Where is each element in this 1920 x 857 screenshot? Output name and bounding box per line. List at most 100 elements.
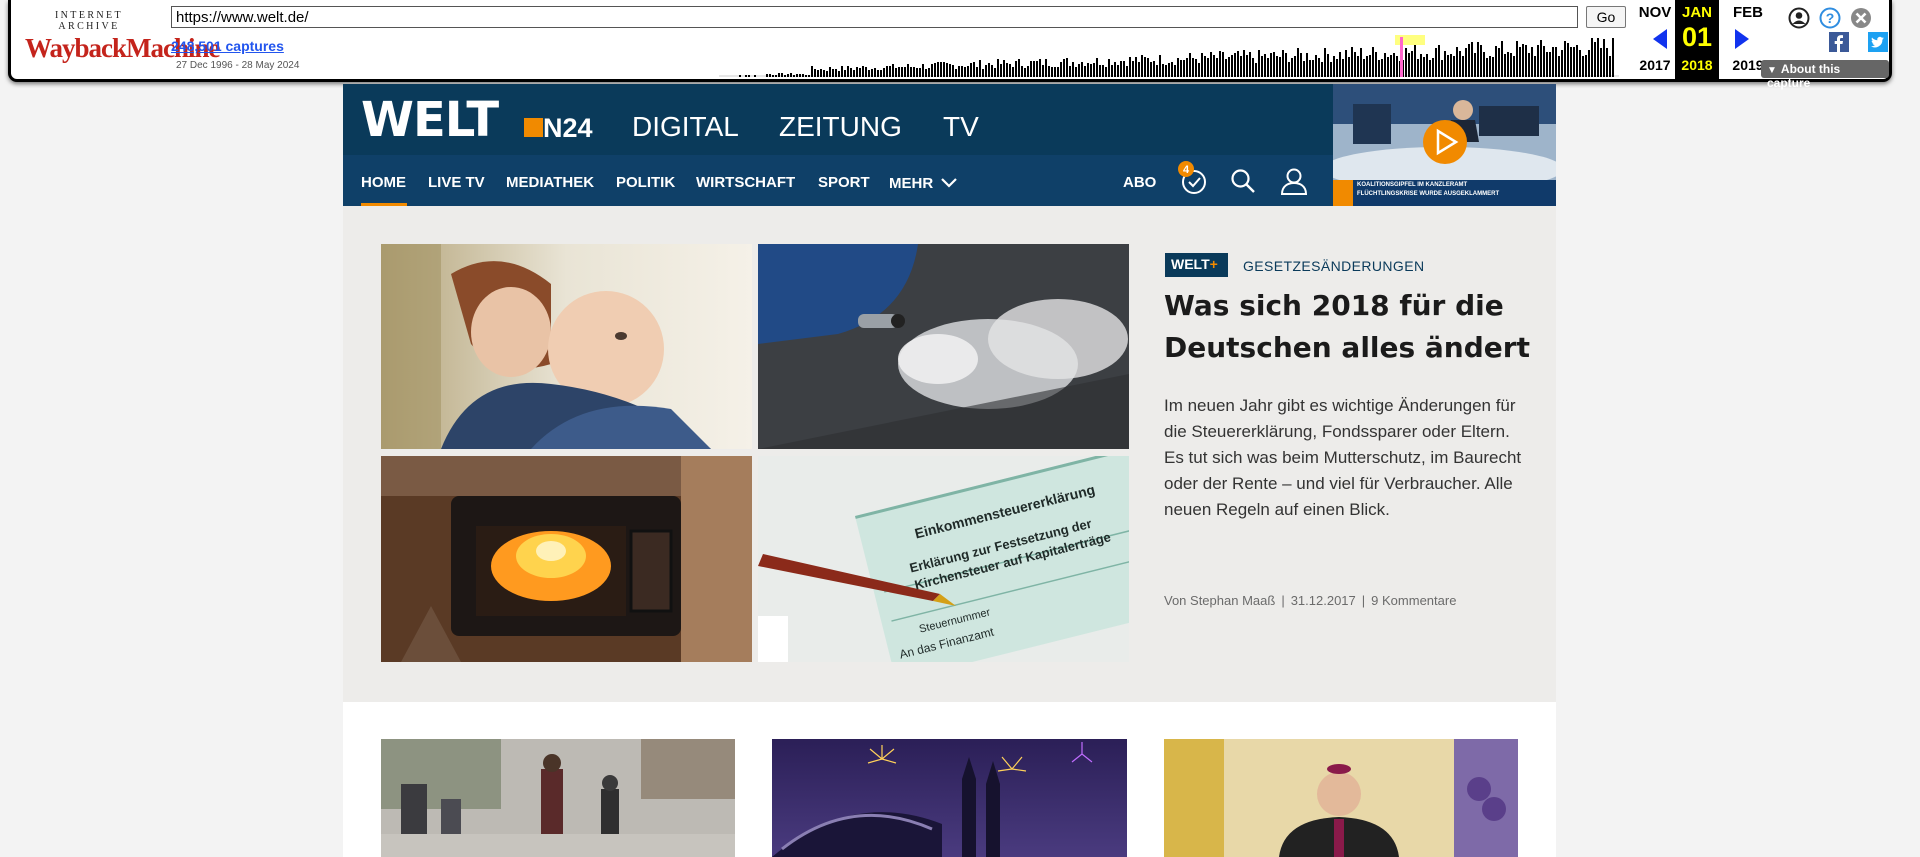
sparkline-bar bbox=[988, 63, 990, 77]
next-month[interactable]: FEB bbox=[1725, 4, 1771, 21]
prev-month[interactable]: NOV bbox=[1632, 4, 1678, 21]
close-icon[interactable] bbox=[1850, 7, 1872, 29]
sparkline-bar bbox=[832, 69, 834, 77]
welt-logo[interactable]: WELT bbox=[361, 92, 499, 148]
sparkline-bar bbox=[1147, 58, 1149, 77]
sparkline-bar bbox=[958, 66, 960, 77]
url-input[interactable] bbox=[171, 6, 1578, 28]
sparkline-bar bbox=[1096, 58, 1098, 77]
sparkline-bar bbox=[1606, 48, 1608, 77]
sparkline-bar bbox=[1486, 58, 1488, 77]
nav-politik[interactable]: POLITIK bbox=[616, 174, 675, 191]
sparkline-bar bbox=[904, 67, 906, 77]
sparkline-bar bbox=[1420, 54, 1422, 77]
sparkline-bar bbox=[1000, 64, 1002, 77]
welt-logo-text: WELT bbox=[361, 92, 499, 148]
sparkline-bar bbox=[1513, 56, 1515, 77]
prev-year[interactable]: 2017 bbox=[1632, 57, 1678, 73]
topnav-digital[interactable]: DIGITAL bbox=[632, 111, 739, 143]
facebook-icon[interactable] bbox=[1829, 32, 1849, 52]
help-icon[interactable]: ? bbox=[1819, 7, 1841, 29]
article-teaser[interactable]: Im neuen Jahr gibt es wichtige Änderunge… bbox=[1164, 393, 1534, 523]
sparkline-bar bbox=[1411, 51, 1413, 77]
protest-photo[interactable] bbox=[381, 739, 735, 857]
topnav-tv[interactable]: TV bbox=[943, 111, 979, 143]
sparkline-bar bbox=[916, 68, 918, 77]
article-comments[interactable]: 9 Kommentare bbox=[1371, 593, 1456, 608]
sparkline-bar bbox=[1507, 52, 1509, 77]
sparkline-bar bbox=[1081, 62, 1083, 77]
wayback-toolbar: INTERNET ARCHIVE WaybackMachine Go 248,5… bbox=[8, 0, 1892, 90]
nav-abo[interactable]: ABO bbox=[1123, 174, 1156, 191]
nav-home[interactable]: HOME bbox=[361, 174, 406, 191]
search-icon[interactable] bbox=[1230, 168, 1256, 194]
account-icon[interactable] bbox=[1280, 167, 1308, 195]
sparkline-bar bbox=[892, 64, 894, 77]
sparkline-bar bbox=[829, 67, 831, 77]
sparkline-bar bbox=[853, 70, 855, 77]
sparkline-bar bbox=[1078, 64, 1080, 77]
sparkline-bar bbox=[1060, 62, 1062, 77]
sparkline-bar bbox=[1576, 45, 1578, 77]
sparkline-bar bbox=[1567, 43, 1569, 77]
sparkline-bar bbox=[1447, 55, 1449, 77]
wayback-logo[interactable]: INTERNET ARCHIVE WaybackMachine bbox=[25, 10, 221, 62]
sparkline-bar bbox=[1366, 56, 1368, 77]
sparkline-bar bbox=[1003, 60, 1005, 77]
watchlist-icon[interactable]: 4 bbox=[1176, 159, 1210, 197]
article-kicker[interactable]: GESETZESÄNDERUNGEN bbox=[1243, 258, 1424, 274]
live-tv-video-thumb[interactable]: KOALITIONSGIPFEL IM KANZLERAMT FLÜCHTLIN… bbox=[1333, 84, 1556, 206]
sparkline-bar bbox=[1480, 45, 1482, 77]
sparkline-bar bbox=[982, 69, 984, 77]
bishop-photo[interactable] bbox=[1164, 739, 1518, 857]
go-button[interactable]: Go bbox=[1586, 6, 1626, 28]
sparkline-bar bbox=[1072, 62, 1074, 77]
sparkline-bar bbox=[1552, 47, 1554, 77]
sparkline-bar bbox=[1432, 58, 1434, 77]
n24-square-icon bbox=[524, 118, 543, 137]
fireplace-photo[interactable] bbox=[381, 456, 752, 662]
sparkline-bar bbox=[952, 65, 954, 77]
sparkline-bar bbox=[1525, 45, 1527, 77]
nav-mediathek[interactable]: MEDIATHEK bbox=[506, 174, 594, 191]
sparkline-bar bbox=[961, 66, 963, 77]
sparkline-bar bbox=[1441, 60, 1443, 77]
car-exhaust-photo[interactable] bbox=[758, 244, 1129, 449]
sparkline-bar bbox=[1129, 57, 1131, 77]
sparkline-bar bbox=[1213, 55, 1215, 77]
sparkline-bar bbox=[1528, 53, 1530, 77]
sparkline-bar bbox=[1261, 56, 1263, 77]
sparkline-bar bbox=[1534, 56, 1536, 77]
sparkline-bar bbox=[955, 69, 957, 77]
sparkline-bar bbox=[838, 71, 840, 77]
nav-wirtschaft[interactable]: WIRTSCHAFT bbox=[696, 174, 795, 191]
topnav-zeitung[interactable]: ZEITUNG bbox=[779, 111, 902, 143]
sparkline-bar bbox=[1039, 59, 1041, 77]
fireworks-photo[interactable] bbox=[772, 739, 1127, 857]
sparkline-bar bbox=[928, 68, 930, 77]
mother-baby-photo[interactable] bbox=[381, 244, 752, 449]
captures-link[interactable]: 248,501 captures bbox=[171, 38, 284, 54]
article-headline[interactable]: Was sich 2018 für die Deutschen alles än… bbox=[1164, 285, 1534, 369]
sparkline-bar bbox=[1216, 58, 1218, 77]
twitter-icon[interactable] bbox=[1868, 32, 1888, 52]
nav-live-tv[interactable]: LIVE TV bbox=[428, 174, 485, 191]
sparkline-bar bbox=[880, 70, 882, 77]
nav-mehr[interactable]: MEHR bbox=[889, 175, 958, 192]
sparkline-bar bbox=[1585, 55, 1587, 77]
sparkline-bar bbox=[1375, 52, 1377, 77]
sparkline-bar bbox=[1558, 56, 1560, 77]
sparkline-bar bbox=[1456, 47, 1458, 77]
user-icon[interactable] bbox=[1788, 7, 1810, 29]
about-capture-label: About this capture bbox=[1767, 62, 1841, 90]
next-capture-arrow-icon[interactable] bbox=[1735, 29, 1749, 49]
about-capture-button[interactable]: ▼ About this capture bbox=[1761, 60, 1889, 90]
prev-capture-arrow-icon[interactable] bbox=[1653, 29, 1667, 49]
sparkline-bar bbox=[811, 66, 813, 77]
tax-form-photo[interactable]: Einkommensteuererklärung Erklärung zur F… bbox=[758, 456, 1129, 662]
capture-sparkline[interactable] bbox=[719, 35, 1619, 77]
sparkline-bar bbox=[1207, 58, 1209, 77]
sparkline-bar bbox=[1192, 58, 1194, 77]
nav-sport[interactable]: SPORT bbox=[818, 174, 870, 191]
n24-logo[interactable]: N24 bbox=[543, 113, 593, 143]
